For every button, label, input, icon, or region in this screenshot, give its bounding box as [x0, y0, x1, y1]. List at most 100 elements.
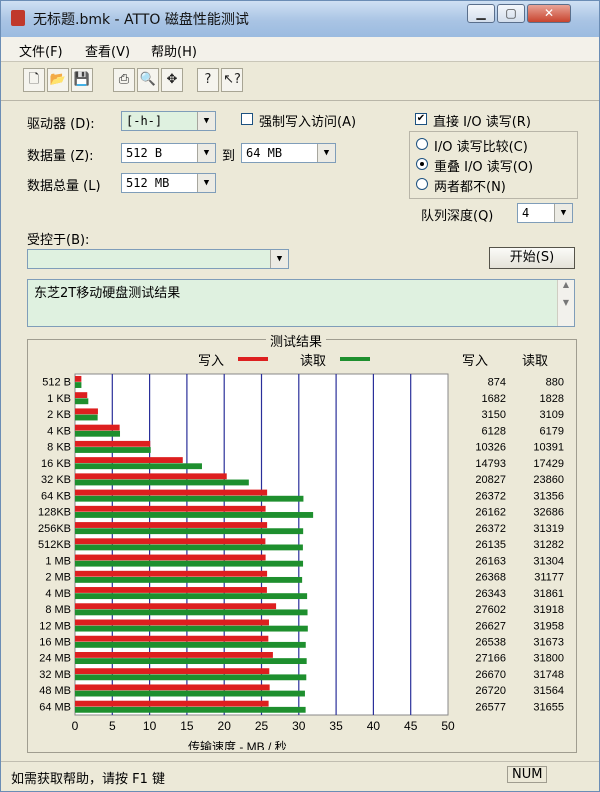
y-tick-label: 256KB	[38, 523, 71, 535]
drive-value: [-h-]	[126, 114, 163, 128]
io-mode-group: I/O 读写比较(C) 重叠 I/O 读写(O) 两者都不(N)	[409, 131, 578, 199]
read-value: 31748	[533, 669, 564, 681]
window-title: 无标题.bmk - ATTO 磁盘性能测试	[33, 12, 249, 28]
total-length-select[interactable]: 512 MB ▼	[121, 173, 216, 193]
help-icon[interactable]: ?	[197, 68, 219, 92]
write-bar	[75, 603, 277, 610]
chevron-down-icon: ▼	[317, 144, 335, 162]
chevron-down-icon: ▼	[197, 144, 215, 162]
write-bar	[75, 554, 266, 561]
x-tick-label: 45	[404, 719, 418, 733]
total-length-label: 数据总量 (L)	[27, 179, 101, 194]
menu-view[interactable]: 查看(V)	[85, 41, 130, 60]
write-value: 6128	[482, 425, 506, 437]
read-column-header: 读取	[522, 353, 548, 368]
chevron-down-icon: ▼	[554, 204, 572, 222]
write-value: 26670	[475, 669, 506, 681]
write-bar	[75, 522, 268, 528]
write-value: 26372	[475, 490, 506, 502]
legend-read-label: 读取	[300, 353, 326, 368]
y-tick-label: 4 MB	[45, 588, 71, 600]
minimize-button[interactable]: ▁	[467, 4, 495, 23]
overlapped-io-radio[interactable]	[416, 158, 428, 170]
queue-depth-value: 4	[522, 206, 530, 220]
read-bar	[75, 463, 202, 470]
queue-depth-select[interactable]: 4 ▼	[517, 203, 573, 223]
chevron-down-icon: ▼	[197, 174, 215, 192]
write-column-header: 写入	[462, 353, 488, 368]
force-write-checkbox[interactable]	[241, 113, 253, 125]
read-bar	[75, 398, 89, 405]
move-icon[interactable]: ✥	[161, 68, 183, 92]
force-write-label: 强制写入访问(A)	[259, 115, 357, 130]
y-tick-label: 4 KB	[47, 425, 71, 437]
write-bar	[75, 489, 268, 496]
save-icon[interactable]: 💾	[71, 68, 93, 92]
menu-help[interactable]: 帮助(H)	[151, 41, 197, 60]
write-value: 874	[488, 377, 506, 389]
drive-select[interactable]: [-h-] ▼	[121, 111, 216, 131]
read-bar	[75, 430, 121, 437]
title-bar[interactable]: 无标题.bmk - ATTO 磁盘性能测试 ▁ ▢ ✕	[1, 1, 599, 37]
read-value: 31177	[534, 572, 564, 584]
read-value: 31319	[533, 523, 564, 535]
transfer-to-select[interactable]: 64 MB ▼	[241, 143, 336, 163]
write-bar	[75, 668, 270, 675]
x-tick-label: 20	[218, 719, 232, 733]
menu-file[interactable]: 文件(F)	[19, 41, 63, 60]
write-bar	[75, 424, 120, 431]
write-value: 1682	[482, 393, 506, 405]
print-icon[interactable]: ⎙	[113, 68, 135, 92]
direct-io-checkbox[interactable]: ✔	[415, 113, 427, 125]
start-button[interactable]: 开始(S)	[489, 247, 575, 269]
write-bar	[75, 635, 269, 642]
read-value: 31800	[533, 653, 564, 665]
y-tick-label: 32 MB	[39, 669, 71, 681]
description-text: 东芝2T移动硬盘测试结果	[34, 286, 181, 301]
write-bar	[75, 457, 183, 463]
transfer-from-select[interactable]: 512 B ▼	[121, 143, 216, 163]
to-label: 到	[222, 149, 236, 164]
context-help-icon[interactable]: ↖?	[221, 68, 243, 92]
read-bar	[75, 609, 308, 616]
y-tick-label: 2 MB	[45, 572, 71, 584]
neither-radio[interactable]	[416, 178, 428, 190]
x-tick-label: 30	[292, 719, 306, 733]
print-preview-icon[interactable]: 🔍	[137, 68, 159, 92]
y-tick-label: 32 KB	[41, 474, 71, 486]
io-compare-radio[interactable]	[416, 138, 428, 150]
y-tick-label: 64 MB	[39, 701, 71, 713]
controlled-by-select[interactable]: ▼	[27, 249, 289, 269]
write-value: 14793	[475, 458, 506, 470]
x-tick-label: 25	[255, 719, 269, 733]
y-tick-label: 24 MB	[39, 653, 71, 665]
write-bar	[75, 700, 269, 707]
write-bar	[75, 570, 268, 577]
app-icon	[11, 10, 25, 26]
write-value: 26368	[475, 572, 506, 584]
num-lock-indicator: NUM	[507, 766, 548, 783]
queue-depth-label: 队列深度(Q)	[421, 209, 494, 224]
x-tick-label: 10	[143, 719, 157, 733]
legend-write-swatch	[238, 357, 268, 361]
maximize-button[interactable]: ▢	[497, 4, 525, 23]
open-folder-icon[interactable]: 📂	[47, 68, 69, 92]
read-bar	[75, 414, 98, 421]
x-tick-label: 15	[180, 719, 194, 733]
write-bar	[75, 375, 82, 382]
read-value: 31958	[533, 620, 564, 632]
description-scrollbar[interactable]: ▲ ▼	[557, 280, 574, 326]
read-value: 32686	[533, 507, 564, 519]
write-value: 26372	[475, 523, 506, 535]
description-field[interactable]: 东芝2T移动硬盘测试结果 ▲ ▼	[27, 279, 575, 327]
write-bar	[75, 684, 270, 691]
overlapped-io-label: 重叠 I/O 读写(O)	[434, 160, 534, 175]
close-button[interactable]: ✕	[527, 4, 571, 23]
new-file-icon[interactable]: 🗋	[23, 68, 45, 92]
y-tick-label: 1 KB	[47, 393, 71, 405]
read-value: 31564	[533, 685, 564, 697]
x-tick-label: 5	[109, 719, 116, 733]
write-value: 3150	[482, 409, 506, 421]
legend-read-swatch	[340, 357, 370, 361]
read-bar	[75, 641, 306, 648]
